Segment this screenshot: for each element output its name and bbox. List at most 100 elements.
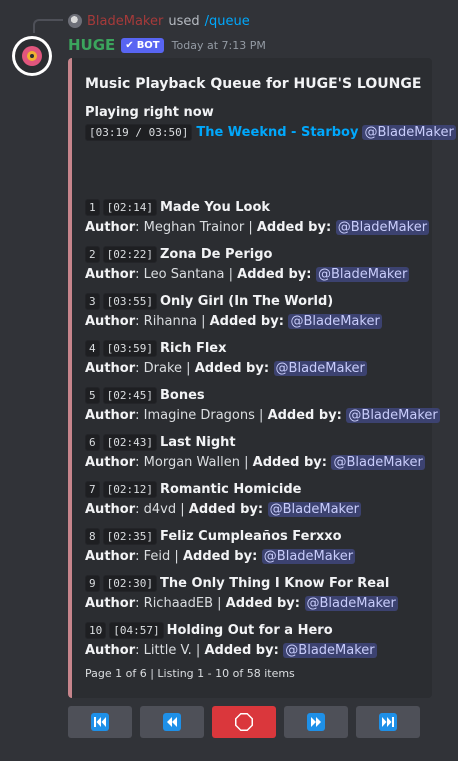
queue-item-mention[interactable]: @BladeMaker bbox=[335, 220, 430, 235]
queue-item-index: 4 bbox=[85, 339, 100, 357]
queue-item: 9 [02:30] The Only Thing I Know For Real Au… bbox=[85, 573, 440, 620]
colon: : bbox=[294, 596, 305, 611]
queue-item-index: 9 bbox=[85, 574, 100, 592]
first-page-icon bbox=[91, 713, 109, 731]
queue-item-meta: Author: Rihanna | Added by: @BladeMaker bbox=[85, 311, 440, 332]
queue-item-mention[interactable]: @BladeMaker bbox=[273, 361, 367, 376]
queue-item-duration: [02:30] bbox=[102, 574, 157, 592]
queue-item-title: Last Night bbox=[159, 434, 236, 450]
added-by-label: Added by bbox=[182, 549, 253, 564]
queue-item-author: Morgan Wallen bbox=[143, 455, 240, 470]
added-by-label: Added by bbox=[209, 314, 279, 329]
separator: | bbox=[224, 267, 238, 282]
queue-item-mention[interactable]: @BladeMaker bbox=[346, 408, 440, 423]
queue-item-index: 10 bbox=[85, 621, 107, 639]
message-timestamp: Today at 7:13 PM bbox=[171, 38, 266, 52]
queue-item-index: 6 bbox=[85, 433, 100, 451]
next-page-icon bbox=[307, 713, 325, 731]
queue-item-title: Only Girl (In The World) bbox=[159, 293, 334, 309]
queue-item-duration: [02:43] bbox=[102, 433, 157, 451]
now-playing-mention[interactable]: @BladeMaker bbox=[362, 125, 456, 140]
queue-item-title: Holding Out for a Hero bbox=[166, 622, 333, 638]
queue-item-meta: Author: Imagine Dragons | Added by: @Bla… bbox=[85, 405, 440, 426]
queue-item-mention[interactable]: @BladeMaker bbox=[283, 643, 377, 658]
queue-item-mention[interactable]: @BladeMaker bbox=[267, 502, 361, 517]
queue-item-title-row: 3 [03:55] Only Girl (In The World) bbox=[85, 291, 440, 311]
added-by-label: Added by bbox=[194, 361, 264, 376]
author-label: Author bbox=[85, 455, 136, 470]
next-page-button[interactable] bbox=[284, 706, 348, 738]
previous-page-icon bbox=[163, 713, 181, 731]
queue-item: 2 [02:22] Zona De Perigo Author: Leo Santan… bbox=[85, 244, 440, 291]
queue-item: 3 [03:55] Only Girl (In The World) Author: … bbox=[85, 291, 440, 338]
queue-item-title-row: 4 [03:59] Rich Flex bbox=[85, 338, 440, 358]
last-page-button[interactable] bbox=[356, 706, 420, 738]
queue-item-mention[interactable]: @BladeMaker bbox=[304, 596, 398, 611]
queue-item: 8 [02:35] Feliz Cumpleaños Ferxxo Author: F… bbox=[85, 526, 440, 573]
queue-item: 6 [02:43] Last Night Author: Morgan Wallen … bbox=[85, 432, 440, 479]
queue-item-title-row: 8 [02:35] Feliz Cumpleaños Ferxxo bbox=[85, 526, 440, 546]
queue-item-author: Rihanna bbox=[143, 314, 197, 329]
last-page-icon bbox=[379, 713, 397, 731]
queue-item-meta: Author: d4vd | Added by: @BladeMaker bbox=[85, 499, 440, 520]
colon: : bbox=[135, 220, 144, 235]
first-page-button[interactable] bbox=[68, 706, 132, 738]
added-by-label: Added by bbox=[204, 643, 274, 658]
reply-avatar[interactable] bbox=[68, 14, 82, 28]
reply-context[interactable]: BladeMaker used /queue bbox=[68, 12, 250, 30]
added-by-label: Added by bbox=[267, 408, 337, 423]
queue-item-title: Feliz Cumpleaños Ferxxo bbox=[159, 528, 342, 544]
colon: : bbox=[306, 267, 316, 282]
queue-item-title: Rich Flex bbox=[159, 340, 227, 356]
queue-item-title-row: 10 [04:57] Holding Out for a Hero bbox=[85, 620, 440, 640]
colon: : bbox=[278, 314, 289, 329]
separator: | bbox=[191, 643, 205, 658]
embed-title: Music Playback Queue for HUGE'S LOUNGE bbox=[85, 76, 422, 92]
queue-item-meta: Author: Little V. | Added by: @BladeMake… bbox=[85, 640, 440, 661]
queue-item-meta: Author: Feid | Added by: @BladeMaker bbox=[85, 546, 440, 567]
reply-command[interactable]: /queue bbox=[205, 14, 250, 29]
colon: : bbox=[257, 502, 268, 517]
queue-item-index: 3 bbox=[85, 292, 100, 310]
queue-item-duration: [02:35] bbox=[102, 527, 157, 545]
now-playing-track-link[interactable]: The Weeknd - Starboy bbox=[196, 125, 358, 140]
stop-button[interactable] bbox=[212, 706, 276, 738]
bot-username[interactable]: HUGE bbox=[68, 36, 115, 54]
colon: : bbox=[336, 408, 347, 423]
queue-item-title-row: 5 [02:45] Bones bbox=[85, 385, 440, 405]
embed-footer: Page 1 of 6 | Listing 1 - 10 of 58 items bbox=[85, 667, 295, 680]
reply-used-text: used bbox=[168, 13, 200, 29]
separator: | bbox=[213, 596, 226, 611]
queue-item-mention[interactable]: @BladeMaker bbox=[331, 455, 425, 470]
queue-item-duration: [02:45] bbox=[102, 386, 157, 404]
colon: : bbox=[135, 643, 144, 658]
queue-item-title: Zona De Perigo bbox=[159, 246, 273, 262]
reply-username[interactable]: BladeMaker bbox=[87, 14, 163, 29]
queue-item-index: 7 bbox=[85, 480, 100, 498]
queue-item-duration: [02:14] bbox=[102, 198, 157, 216]
now-playing-time: [03:19 / 03:50] bbox=[85, 124, 193, 141]
colon: : bbox=[135, 408, 144, 423]
queue-item-duration: [03:59] bbox=[102, 339, 157, 357]
queue-item-mention[interactable]: @BladeMaker bbox=[288, 314, 382, 329]
colon: : bbox=[135, 267, 144, 282]
queue-item-duration: [02:22] bbox=[102, 245, 157, 263]
queue-item-title-row: 6 [02:43] Last Night bbox=[85, 432, 440, 452]
queue-item-index: 1 bbox=[85, 198, 100, 216]
separator: | bbox=[196, 314, 210, 329]
separator: | bbox=[176, 502, 189, 517]
queue-item-author: Meghan Trainor bbox=[143, 220, 245, 235]
author-label: Author bbox=[85, 596, 136, 611]
queue-item-meta: Author: Meghan Trainor | Added by: @Blad… bbox=[85, 217, 440, 238]
author-label: Author bbox=[85, 220, 136, 235]
queue-item-mention[interactable]: @BladeMaker bbox=[261, 549, 356, 564]
queue-item: 4 [03:59] Rich Flex Author: Drake | Added b… bbox=[85, 338, 440, 385]
added-by-label: Added by bbox=[252, 455, 322, 470]
queue-item-title-row: 7 [02:12] Romantic Homicide bbox=[85, 479, 440, 499]
queue-item-title-row: 1 [02:14] Made You Look bbox=[85, 197, 440, 217]
playing-label: Playing right now bbox=[85, 105, 214, 120]
author-label: Author bbox=[85, 267, 136, 282]
bot-avatar[interactable] bbox=[12, 36, 52, 76]
queue-item-mention[interactable]: @BladeMaker bbox=[315, 267, 410, 282]
previous-page-button[interactable] bbox=[140, 706, 204, 738]
